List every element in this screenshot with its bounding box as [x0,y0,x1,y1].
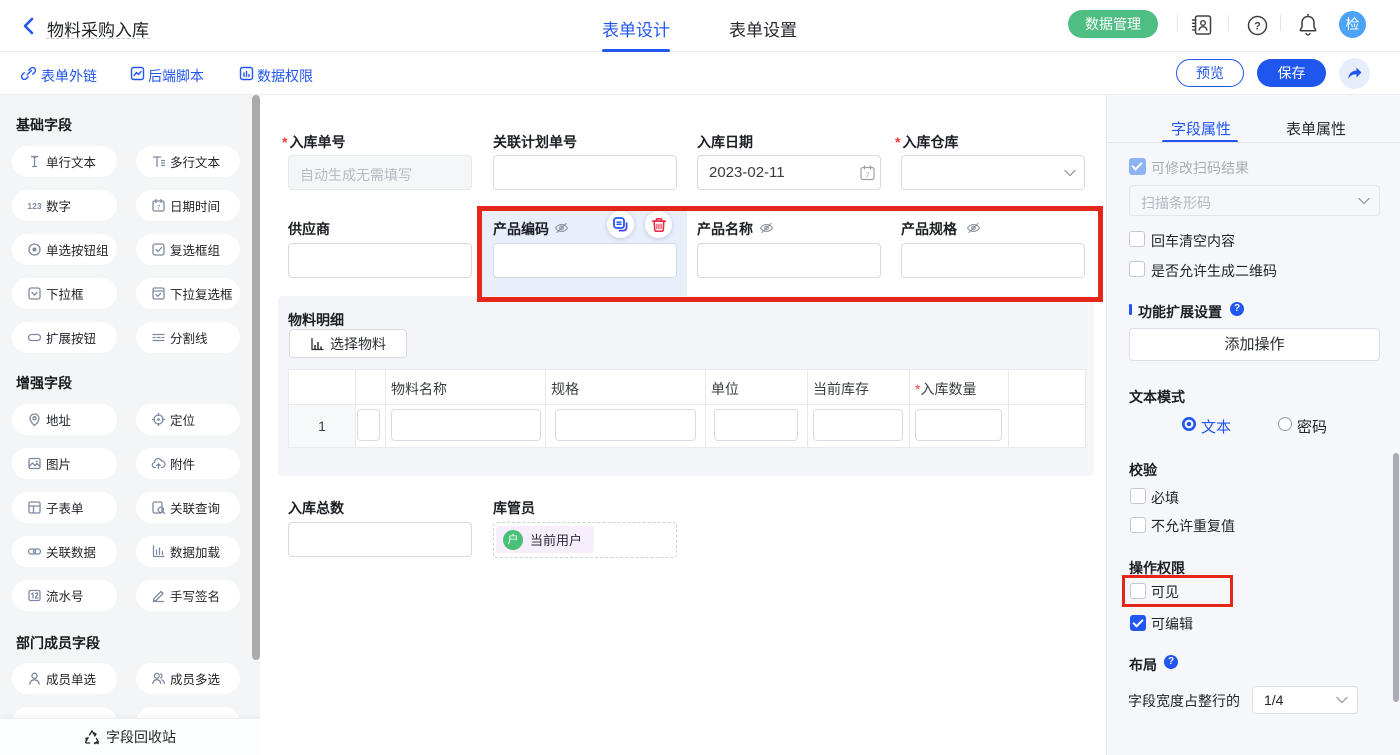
svg-text:7: 7 [865,171,869,180]
svg-text:123: 123 [27,201,41,211]
svg-text:?: ? [1254,21,1261,33]
svg-text:7: 7 [157,205,161,212]
